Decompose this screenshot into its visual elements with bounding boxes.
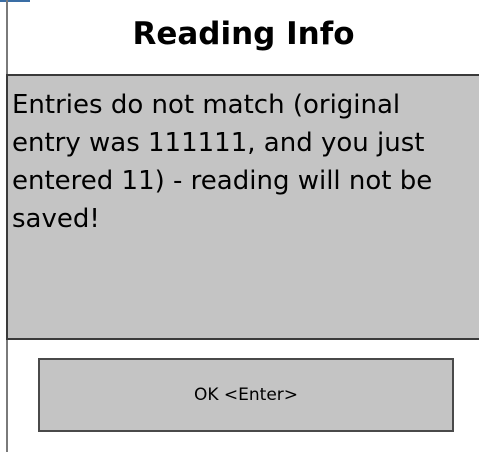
ok-button[interactable]: OK <Enter> [38,358,454,432]
message-text: Entries do not match (original entry was… [12,90,433,234]
dialog-title: Reading Info [132,16,355,52]
message-panel: Entries do not match (original entry was… [6,74,479,340]
window-top-accent [0,0,30,2]
